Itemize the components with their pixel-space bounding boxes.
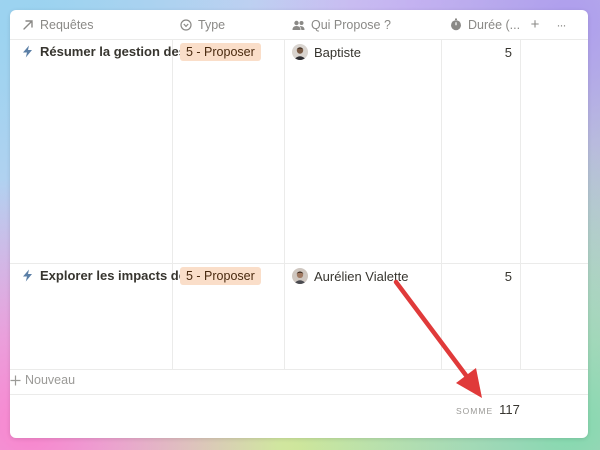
column-divider — [284, 39, 285, 369]
type-tag: 5 - Proposer — [180, 43, 261, 61]
row-title-cell[interactable]: Explorer les impacts de la — [22, 268, 182, 283]
select-circle-icon — [180, 18, 192, 31]
new-row-button[interactable]: Nouveau — [10, 373, 75, 387]
column-label: Durée (... — [468, 17, 521, 32]
avatar — [292, 268, 308, 284]
row-divider — [10, 263, 588, 264]
type-cell[interactable]: 5 - Proposer — [180, 267, 261, 285]
row-title-cell[interactable]: Résumer la gestion des ju — [22, 44, 182, 59]
row-divider — [10, 369, 588, 370]
row-title: Résumer la gestion des ju — [40, 44, 182, 59]
duration-cell[interactable]: 5 — [442, 45, 512, 60]
column-divider — [520, 39, 521, 369]
lightning-icon — [22, 269, 33, 282]
table-header: Requêtes Type Qui Propose ? Durée (... +… — [10, 10, 588, 40]
column-divider — [172, 39, 173, 369]
type-cell[interactable]: 5 - Proposer — [180, 43, 261, 61]
column-label: Qui Propose ? — [311, 17, 391, 32]
column-header-duree[interactable]: Durée (... — [450, 10, 522, 39]
column-label: Requêtes — [40, 17, 94, 32]
column-header-qui-propose[interactable]: Qui Propose ? — [292, 10, 442, 39]
person-name: Baptiste — [314, 44, 361, 60]
calculation-summary[interactable]: SOMME 117 — [456, 402, 520, 417]
plus-icon — [10, 375, 21, 386]
people-icon — [292, 19, 305, 31]
add-column-button[interactable]: + — [528, 10, 542, 39]
column-label: Type — [198, 17, 226, 32]
sum-label: SOMME — [456, 406, 494, 416]
type-tag: 5 - Proposer — [180, 267, 261, 285]
stopwatch-icon — [450, 18, 462, 31]
person-name: Aurélien Vialette — [314, 268, 409, 284]
person-cell[interactable]: Aurélien Vialette — [292, 268, 408, 284]
duration-cell[interactable]: 5 — [442, 269, 512, 284]
footer-divider — [10, 394, 588, 395]
column-divider — [441, 39, 442, 369]
more-options-button[interactable]: ··· — [552, 10, 570, 39]
lightning-icon — [22, 45, 33, 58]
column-header-type[interactable]: Type — [180, 10, 280, 39]
new-row-label: Nouveau — [25, 373, 76, 387]
row-title: Explorer les impacts de la — [40, 268, 182, 283]
person-cell[interactable]: Baptiste — [292, 44, 361, 60]
avatar — [292, 44, 308, 60]
column-header-requetes[interactable]: Requêtes — [22, 10, 172, 39]
database-table-card: Requêtes Type Qui Propose ? Durée (... +… — [10, 10, 588, 438]
sum-value: 117 — [499, 402, 520, 417]
arrow-up-right-icon — [22, 19, 34, 31]
